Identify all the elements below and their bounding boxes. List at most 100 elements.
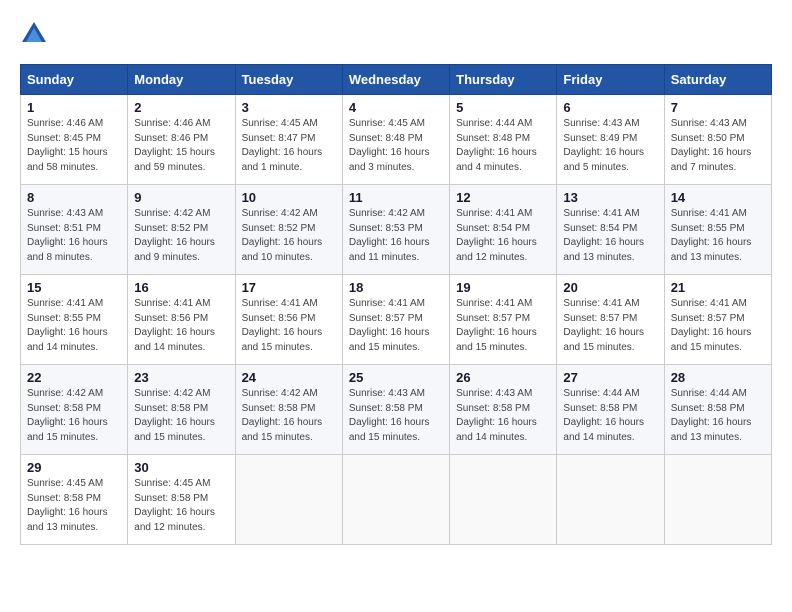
calendar-week-3: 15 Sunrise: 4:41 AMSunset: 8:55 PMDayligh… [21, 275, 772, 365]
calendar-cell: 21 Sunrise: 4:41 AMSunset: 8:57 PMDayligh… [664, 275, 771, 365]
calendar-cell: 7 Sunrise: 4:43 AMSunset: 8:50 PMDaylight… [664, 95, 771, 185]
calendar-cell: 2 Sunrise: 4:46 AMSunset: 8:46 PMDaylight… [128, 95, 235, 185]
day-info: Sunrise: 4:44 AMSunset: 8:58 PMDaylight:… [671, 387, 765, 445]
day-info: Sunrise: 4:46 AMSunset: 8:45 PMDaylight:… [27, 117, 121, 175]
calendar-cell: 3 Sunrise: 4:45 AMSunset: 8:47 PMDaylight… [235, 95, 342, 185]
day-number: 24 [242, 370, 336, 385]
day-number: 21 [671, 280, 765, 295]
day-info: Sunrise: 4:42 AMSunset: 8:52 PMDaylight:… [134, 207, 228, 265]
calendar-cell: 17 Sunrise: 4:41 AMSunset: 8:56 PMDayligh… [235, 275, 342, 365]
calendar-cell [664, 455, 771, 545]
day-info: Sunrise: 4:41 AMSunset: 8:54 PMDaylight:… [456, 207, 550, 265]
day-info: Sunrise: 4:46 AMSunset: 8:46 PMDaylight:… [134, 117, 228, 175]
calendar-cell: 24 Sunrise: 4:42 AMSunset: 8:58 PMDayligh… [235, 365, 342, 455]
calendar-cell: 11Sunrise: 4:42 AMSunset: 8:53 PMDayligh… [342, 185, 449, 275]
calendar-cell: 26 Sunrise: 4:43 AMSunset: 8:58 PMDayligh… [450, 365, 557, 455]
day-number: 2 [134, 100, 228, 115]
day-number: 26 [456, 370, 550, 385]
day-info: Sunrise: 4:45 AMSunset: 8:58 PMDaylight:… [134, 477, 228, 535]
day-number: 20 [563, 280, 657, 295]
day-number: 3 [242, 100, 336, 115]
day-info: Sunrise: 4:42 AMSunset: 8:58 PMDaylight:… [27, 387, 121, 445]
calendar-cell: 1 Sunrise: 4:46 AMSunset: 8:45 PMDaylight… [21, 95, 128, 185]
day-number: 12 [456, 190, 550, 205]
calendar-cell: 28Sunrise: 4:44 AMSunset: 8:58 PMDayligh… [664, 365, 771, 455]
calendar-cell: 12 Sunrise: 4:41 AMSunset: 8:54 PMDayligh… [450, 185, 557, 275]
day-info: Sunrise: 4:43 AMSunset: 8:58 PMDaylight:… [349, 387, 443, 445]
calendar-cell [235, 455, 342, 545]
day-info: Sunrise: 4:41 AMSunset: 8:55 PMDaylight:… [27, 297, 121, 355]
day-info: Sunrise: 4:43 AMSunset: 8:50 PMDaylight:… [671, 117, 765, 175]
weekday-header-friday: Friday [557, 65, 664, 95]
day-info: Sunrise: 4:45 AMSunset: 8:47 PMDaylight:… [242, 117, 336, 175]
day-number: 25 [349, 370, 443, 385]
calendar-cell: 10Sunrise: 4:42 AMSunset: 8:52 PMDayligh… [235, 185, 342, 275]
day-info: Sunrise: 4:43 AMSunset: 8:58 PMDaylight:… [456, 387, 550, 445]
weekday-header-wednesday: Wednesday [342, 65, 449, 95]
day-info: Sunrise: 4:41 AMSunset: 8:55 PMDaylight:… [671, 207, 765, 265]
day-info: Sunrise: 4:41 AMSunset: 8:57 PMDaylight:… [671, 297, 765, 355]
calendar-week-2: 8 Sunrise: 4:43 AMSunset: 8:51 PMDaylight… [21, 185, 772, 275]
calendar-cell: 14 Sunrise: 4:41 AMSunset: 8:55 PMDayligh… [664, 185, 771, 275]
day-info: Sunrise: 4:41 AMSunset: 8:57 PMDaylight:… [456, 297, 550, 355]
calendar-cell: 16 Sunrise: 4:41 AMSunset: 8:56 PMDayligh… [128, 275, 235, 365]
weekday-header-row: SundayMondayTuesdayWednesdayThursdayFrid… [21, 65, 772, 95]
day-number: 17 [242, 280, 336, 295]
day-number: 23 [134, 370, 228, 385]
day-number: 15 [27, 280, 121, 295]
calendar-cell: 20 Sunrise: 4:41 AMSunset: 8:57 PMDayligh… [557, 275, 664, 365]
day-number: 18 [349, 280, 443, 295]
day-number: 27 [563, 370, 657, 385]
logo-icon [20, 20, 48, 48]
calendar-cell: 4 Sunrise: 4:45 AMSunset: 8:48 PMDaylight… [342, 95, 449, 185]
day-info: Sunrise: 4:44 AMSunset: 8:48 PMDaylight:… [456, 117, 550, 175]
calendar-cell: 19Sunrise: 4:41 AMSunset: 8:57 PMDayligh… [450, 275, 557, 365]
day-info: Sunrise: 4:43 AMSunset: 8:49 PMDaylight:… [563, 117, 657, 175]
day-info: Sunrise: 4:45 AMSunset: 8:48 PMDaylight:… [349, 117, 443, 175]
day-number: 22 [27, 370, 121, 385]
calendar-cell: 15 Sunrise: 4:41 AMSunset: 8:55 PMDayligh… [21, 275, 128, 365]
calendar-cell: 6 Sunrise: 4:43 AMSunset: 8:49 PMDaylight… [557, 95, 664, 185]
day-info: Sunrise: 4:43 AMSunset: 8:51 PMDaylight:… [27, 207, 121, 265]
day-number: 16 [134, 280, 228, 295]
calendar-cell: 29 Sunrise: 4:45 AMSunset: 8:58 PMDayligh… [21, 455, 128, 545]
day-number: 11 [349, 190, 443, 205]
day-info: Sunrise: 4:45 AMSunset: 8:58 PMDaylight:… [27, 477, 121, 535]
day-number: 1 [27, 100, 121, 115]
calendar-week-5: 29 Sunrise: 4:45 AMSunset: 8:58 PMDayligh… [21, 455, 772, 545]
day-number: 29 [27, 460, 121, 475]
calendar-cell: 25 Sunrise: 4:43 AMSunset: 8:58 PMDayligh… [342, 365, 449, 455]
day-number: 8 [27, 190, 121, 205]
calendar-week-1: 1 Sunrise: 4:46 AMSunset: 8:45 PMDaylight… [21, 95, 772, 185]
day-info: Sunrise: 4:42 AMSunset: 8:58 PMDaylight:… [242, 387, 336, 445]
weekday-header-monday: Monday [128, 65, 235, 95]
day-info: Sunrise: 4:41 AMSunset: 8:56 PMDaylight:… [242, 297, 336, 355]
calendar-cell: 8 Sunrise: 4:43 AMSunset: 8:51 PMDaylight… [21, 185, 128, 275]
calendar-cell: 18 Sunrise: 4:41 AMSunset: 8:57 PMDayligh… [342, 275, 449, 365]
day-info: Sunrise: 4:41 AMSunset: 8:57 PMDaylight:… [563, 297, 657, 355]
day-number: 6 [563, 100, 657, 115]
day-info: Sunrise: 4:42 AMSunset: 8:58 PMDaylight:… [134, 387, 228, 445]
weekday-header-tuesday: Tuesday [235, 65, 342, 95]
day-info: Sunrise: 4:42 AMSunset: 8:52 PMDaylight:… [242, 207, 336, 265]
day-number: 7 [671, 100, 765, 115]
calendar-cell [450, 455, 557, 545]
logo [20, 20, 52, 48]
calendar-cell: 5 Sunrise: 4:44 AMSunset: 8:48 PMDaylight… [450, 95, 557, 185]
day-number: 9 [134, 190, 228, 205]
day-info: Sunrise: 4:41 AMSunset: 8:57 PMDaylight:… [349, 297, 443, 355]
day-info: Sunrise: 4:41 AMSunset: 8:56 PMDaylight:… [134, 297, 228, 355]
day-number: 4 [349, 100, 443, 115]
day-info: Sunrise: 4:41 AMSunset: 8:54 PMDaylight:… [563, 207, 657, 265]
day-number: 5 [456, 100, 550, 115]
calendar-cell: 27 Sunrise: 4:44 AMSunset: 8:58 PMDayligh… [557, 365, 664, 455]
calendar-cell: 13Sunrise: 4:41 AMSunset: 8:54 PMDayligh… [557, 185, 664, 275]
calendar-cell: 22 Sunrise: 4:42 AMSunset: 8:58 PMDayligh… [21, 365, 128, 455]
day-info: Sunrise: 4:44 AMSunset: 8:58 PMDaylight:… [563, 387, 657, 445]
calendar-cell: 9 Sunrise: 4:42 AMSunset: 8:52 PMDaylight… [128, 185, 235, 275]
weekday-header-saturday: Saturday [664, 65, 771, 95]
calendar-table: SundayMondayTuesdayWednesdayThursdayFrid… [20, 64, 772, 545]
day-number: 14 [671, 190, 765, 205]
weekday-header-thursday: Thursday [450, 65, 557, 95]
calendar-cell: 30Sunrise: 4:45 AMSunset: 8:58 PMDayligh… [128, 455, 235, 545]
